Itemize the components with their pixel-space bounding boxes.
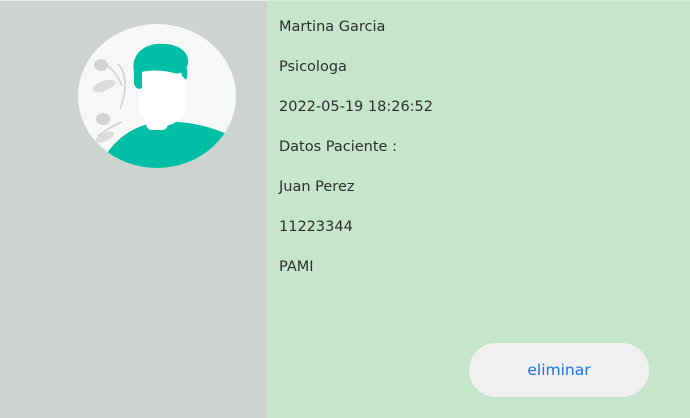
patient-section-label: Datos Paciente : bbox=[279, 139, 397, 155]
details-panel: Martina Garcia Psicologa 2022-05-19 18:2… bbox=[267, 0, 690, 418]
delete-button[interactable]: eliminar bbox=[469, 343, 649, 397]
professional-name: Martina Garcia bbox=[279, 19, 386, 35]
patient-insurance: PAMI bbox=[279, 259, 314, 275]
avatar-panel bbox=[0, 0, 267, 418]
user-avatar-icon bbox=[78, 24, 236, 168]
appointment-datetime: 2022-05-19 18:26:52 bbox=[279, 99, 433, 115]
professional-specialty: Psicologa bbox=[279, 59, 347, 75]
appointment-card: Martina Garcia Psicologa 2022-05-19 18:2… bbox=[0, 0, 690, 418]
patient-document-number: 11223344 bbox=[279, 219, 353, 235]
patient-name: Juan Perez bbox=[279, 179, 355, 195]
